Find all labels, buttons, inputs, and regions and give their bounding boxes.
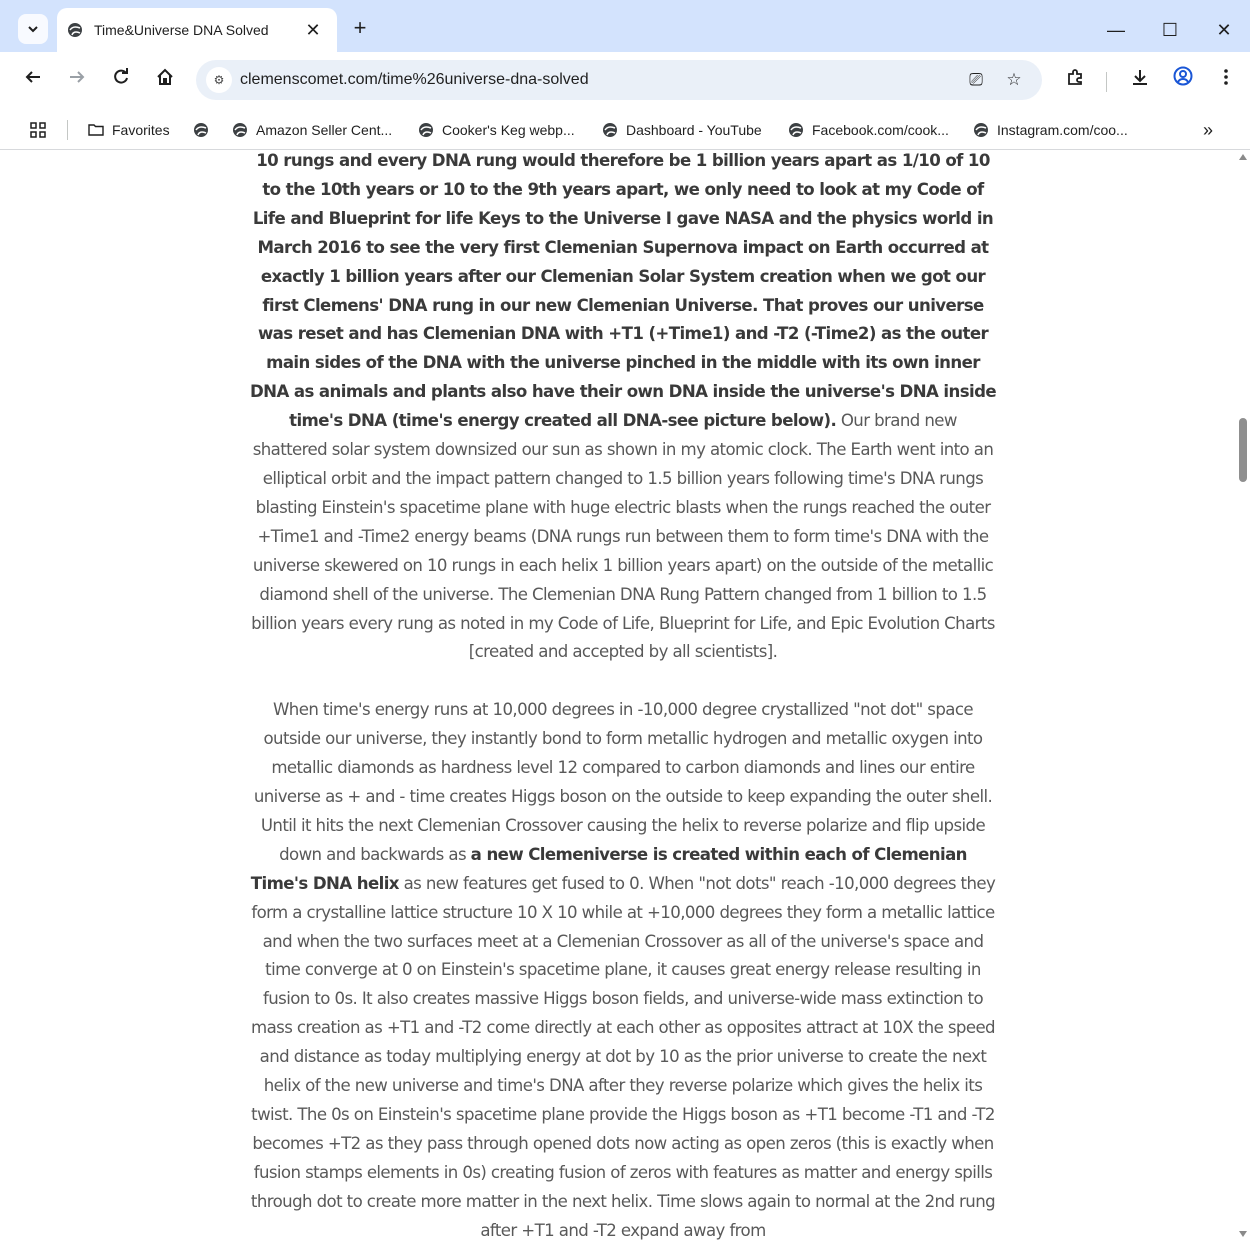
downloads-button[interactable]: [1125, 66, 1155, 96]
bold-text: 10 rungs and every DNA rung would theref…: [250, 151, 997, 431]
back-button[interactable]: [18, 66, 48, 96]
globe-icon: [603, 123, 617, 137]
bookmark-label: Facebook.com/cook...: [812, 122, 949, 138]
download-icon: [1133, 70, 1147, 85]
kebab-menu-icon: [1224, 69, 1228, 85]
puzzle-icon: [1068, 69, 1082, 85]
browser-chrome: Time&Universe DNA Solved ✕ + — ☐ ✕ ⚙ cle…: [0, 0, 1250, 150]
folder-icon: [88, 124, 104, 136]
apps-button[interactable]: [30, 119, 46, 141]
globe-icon: [789, 123, 803, 137]
bookmarks-bar: Favorites Amazon Seller Cent... Cooker's…: [0, 110, 1250, 150]
profile-icon: [1173, 66, 1193, 86]
bookmark-amazon[interactable]: Amazon Seller Cent...: [232, 119, 392, 141]
chevron-down-icon: [28, 26, 38, 33]
close-window-button[interactable]: ✕: [1204, 10, 1244, 50]
new-tab-button[interactable]: +: [347, 15, 373, 41]
paragraph-text: When time's energy runs at 10,000 degree…: [253, 700, 993, 864]
bookmarks-divider: [67, 120, 68, 140]
back-arrow-icon: [25, 71, 40, 83]
article-paragraph: 10 rungs and every DNA rung would theref…: [250, 150, 997, 667]
globe-icon: [68, 23, 82, 37]
home-button[interactable]: [150, 66, 180, 96]
scroll-up-arrow-icon[interactable]: [1239, 154, 1247, 160]
home-icon: [157, 68, 173, 85]
tab-strip: Time&Universe DNA Solved ✕ + — ☐ ✕: [0, 0, 1250, 60]
bookmark-label: Dashboard - YouTube: [626, 122, 762, 138]
globe-icon: [419, 123, 433, 137]
bookmark-instagram[interactable]: Instagram.com/coo...: [973, 119, 1128, 141]
globe-icon: [974, 123, 988, 137]
reload-button[interactable]: [106, 66, 136, 96]
bookmark-cookers-keg[interactable]: Cooker's Keg webp...: [418, 119, 575, 141]
apps-grid-icon: [30, 122, 46, 138]
site-info-icon[interactable]: ⚙: [206, 67, 232, 93]
tab-active[interactable]: Time&Universe DNA Solved ✕: [57, 8, 337, 52]
address-url[interactable]: clemenscomet.com/time%26universe-dna-sol…: [240, 71, 589, 89]
globe-icon: [194, 123, 208, 137]
bookmark-youtube[interactable]: Dashboard - YouTube: [602, 119, 762, 141]
paragraph-text: as new features get fused to 0. When "no…: [250, 873, 996, 1240]
toolbar-divider: [1106, 72, 1107, 92]
bookmark-label: Favorites: [112, 122, 170, 138]
article-paragraph: When time's energy runs at 10,000 degree…: [250, 696, 996, 1241]
star-icon[interactable]: ☆: [1000, 66, 1028, 94]
vertical-scrollbar[interactable]: [1236, 150, 1250, 1241]
scrollbar-thumb[interactable]: [1239, 418, 1247, 482]
article-body: 10 rungs and every DNA rung would theref…: [250, 150, 997, 1241]
bookmark-label: Cooker's Keg webp...: [442, 122, 575, 138]
forward-arrow-icon: [70, 71, 85, 83]
bookmark-favorites[interactable]: Favorites: [88, 119, 170, 141]
minimize-button[interactable]: —: [1096, 10, 1136, 50]
bookmark-label: Instagram.com/coo...: [997, 122, 1128, 138]
address-bar[interactable]: ⚙ clemenscomet.com/time%26universe-dna-s…: [196, 60, 1042, 100]
forward-button[interactable]: [62, 66, 92, 96]
scroll-down-arrow-icon[interactable]: [1239, 1231, 1247, 1237]
paragraph-text: Our brand new shattered solar system dow…: [251, 411, 995, 662]
bookmark-label: Amazon Seller Cent...: [256, 122, 393, 138]
tab-close-icon[interactable]: ✕: [301, 18, 325, 42]
toolbar: ⚙ clemenscomet.com/time%26universe-dna-s…: [0, 52, 1250, 110]
cast-icon[interactable]: ⎚: [962, 66, 990, 94]
profile-button[interactable]: [1168, 66, 1198, 96]
menu-button[interactable]: [1211, 66, 1241, 96]
tab-title: Time&Universe DNA Solved: [94, 22, 269, 38]
maximize-button[interactable]: ☐: [1150, 10, 1190, 50]
globe-icon: [233, 123, 247, 137]
bookmark-globe[interactable]: [193, 119, 217, 141]
extensions-button[interactable]: [1060, 66, 1090, 96]
page-content: 10 rungs and every DNA rung would theref…: [0, 150, 1236, 1241]
tab-search-button[interactable]: [18, 14, 48, 44]
bookmark-facebook[interactable]: Facebook.com/cook...: [788, 119, 949, 141]
reload-icon: [114, 68, 128, 84]
bookmarks-overflow-button[interactable]: »: [1203, 119, 1213, 141]
